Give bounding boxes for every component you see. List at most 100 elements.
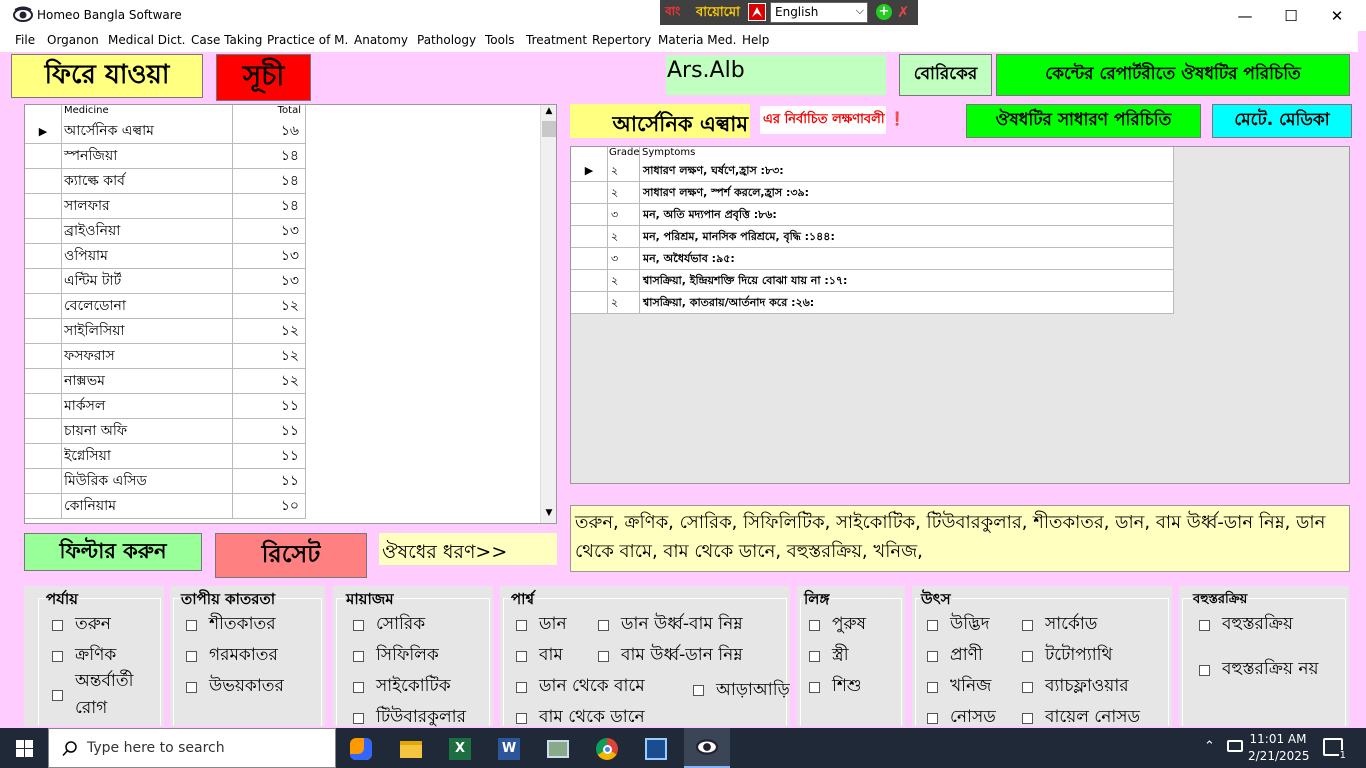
row-selector[interactable] (571, 248, 608, 269)
checkbox-chilly[interactable]: শীতকাতর (186, 611, 276, 639)
back-button[interactable]: ফিরে যাওয়া (11, 54, 203, 98)
checkbox-plant[interactable]: উদ্ভিদ (927, 611, 990, 639)
row-selector[interactable] (571, 204, 608, 225)
table-row[interactable]: স্পনজিয়া ১৪ (25, 144, 306, 169)
row-selector[interactable] (25, 194, 62, 218)
file-explorer-icon[interactable] (391, 733, 431, 765)
table-row[interactable]: মিউরিক এসিড ১১ (25, 469, 306, 494)
row-selector[interactable] (571, 270, 608, 291)
menu-help[interactable]: Help (742, 33, 769, 47)
maximize-button[interactable]: ☐ (1268, 0, 1314, 31)
table-row[interactable]: ২ সাধারণ লক্ষণ, স্পর্শ করলে,হ্রাস :৩৯: (571, 182, 1174, 204)
checkbox-left-upper-right-lower[interactable]: বাম উর্ধ্ব-ডান নিম্ন (598, 642, 743, 670)
checkbox-tautopathy[interactable]: টটোপ্যাথি (1022, 642, 1113, 670)
table-row[interactable]: ফসফরাস ১২ (25, 344, 306, 369)
row-selector[interactable] (571, 292, 608, 313)
scroll-up-icon[interactable]: ▲ (541, 106, 556, 120)
grade-column-header[interactable]: Grade (608, 147, 640, 160)
network-icon[interactable] (1227, 740, 1243, 752)
checkbox-right[interactable]: ডান (516, 611, 567, 639)
checkbox-crosswise[interactable]: আড়াআড়ি (693, 676, 790, 704)
word-icon[interactable]: W (489, 733, 529, 765)
checkbox-hot[interactable]: গরমকাতর (186, 642, 278, 670)
table-row[interactable]: বেলেডোনা ১২ (25, 294, 306, 319)
row-selector[interactable] (571, 226, 608, 247)
adobe-icon[interactable] (748, 3, 766, 21)
menu-anatomy[interactable]: Anatomy (354, 33, 408, 47)
checkbox-male[interactable]: পুরুষ (809, 611, 866, 639)
table-row[interactable]: ওপিয়াম ১৩ (25, 244, 306, 269)
scroll-thumb[interactable] (542, 121, 556, 137)
excel-icon[interactable]: X (440, 733, 480, 765)
general-intro-button[interactable]: ঔষধটির সাধারণ পরিচিতি (966, 104, 1201, 138)
table-row[interactable]: চায়না অফি ১১ (25, 419, 306, 444)
index-button[interactable]: সূচী (216, 54, 311, 101)
checkbox-kronik[interactable]: ক্রণিক (52, 642, 116, 670)
checkbox-female[interactable]: স্ত্রী (809, 642, 849, 670)
table-row[interactable]: সালফার ১৪ (25, 194, 306, 219)
table-row[interactable]: ৩ মন, অধৈর্যভাব :৯৫: (571, 248, 1174, 270)
table-row[interactable]: ২ মন, পরিশ্রম, মানসিক পরিশ্রমে, বৃদ্ধি :১… (571, 226, 1174, 248)
checkbox-intercurrent[interactable]: অন্তর্বার্তী রোগ (52, 668, 145, 722)
table-row[interactable]: ২ শ্বাসক্রিয়া, কাতরায়/আর্তনাদ করে :২৬: (571, 292, 1174, 314)
tools-icon[interactable]: ✗ (897, 3, 910, 21)
checkbox-right-to-left[interactable]: ডান থেকে বামে (516, 673, 645, 701)
scroll-down-icon[interactable]: ▼ (541, 508, 556, 522)
kent-repertory-button[interactable]: কেন্টের রেপার্টরীতে ঔষধটির পরিচিতি (996, 54, 1350, 96)
row-selector[interactable] (25, 369, 62, 393)
table-row[interactable]: সাইলিসিয়া ১২ (25, 319, 306, 344)
checkbox-bowel-nosode[interactable]: বায়েল নোসড (1022, 704, 1140, 728)
chrome-icon[interactable] (587, 733, 627, 765)
checkbox-syphilitic[interactable]: সিফিলিক (353, 642, 439, 670)
checkbox-not-polycrest[interactable]: বহুস্তরক্রিয় নয় (1199, 656, 1319, 684)
language-select[interactable]: English ⌵ (770, 2, 868, 23)
checkbox-left[interactable]: বাম (516, 642, 563, 670)
menu-case-taking[interactable]: Case Taking (191, 33, 262, 47)
minimize-button[interactable]: — (1222, 0, 1268, 31)
checkbox-nosode[interactable]: নোসড (927, 704, 996, 728)
table-row[interactable]: ক্যাল্কে কার্ব ১৪ (25, 169, 306, 194)
table-row[interactable]: ব্রাইওনিয়া ১৩ (25, 219, 306, 244)
menu-organon[interactable]: Organon (47, 33, 99, 47)
homeo-app-icon[interactable] (684, 728, 730, 768)
network-app-icon[interactable] (538, 733, 578, 765)
menu-file[interactable]: File (15, 33, 35, 47)
checkbox-child[interactable]: শিশু (809, 673, 862, 701)
row-selector[interactable] (571, 182, 608, 203)
checkbox-sycotic[interactable]: সাইকোটিক (353, 673, 451, 701)
materia-medica-button[interactable]: মেটে. মেডিকা (1212, 104, 1352, 138)
table-row[interactable]: নাক্সভম ১২ (25, 369, 306, 394)
row-selector[interactable] (25, 269, 62, 293)
row-selector[interactable] (25, 144, 62, 168)
checkbox-ambithermal[interactable]: উভয়কাতর (186, 673, 284, 701)
checkbox-right-upper-left-lower[interactable]: ডান উর্ধ্ব-বাম নিম্ন (598, 611, 743, 639)
table-row[interactable]: কোনিয়াম ১০ (25, 494, 306, 519)
menu-medical-dict[interactable]: Medical Dict. (108, 33, 185, 47)
start-button[interactable] (0, 728, 48, 768)
checkbox-tarun[interactable]: তরুন (52, 611, 111, 639)
row-selector[interactable] (25, 294, 62, 318)
table-row[interactable]: ▶ আর্সেনিক এল্বাম ১৬ (25, 119, 306, 144)
table-row[interactable]: ২ শ্বাসক্রিয়া, ইন্দ্রিয়শক্তি দিয়ে বোঝা… (571, 270, 1174, 292)
menu-tools[interactable]: Tools (485, 33, 515, 47)
row-selector-arrow-icon[interactable]: ▶ (25, 119, 62, 143)
medicine-column-header[interactable]: Medicine (62, 105, 233, 119)
taskbar-search-box[interactable]: Type here to search (48, 728, 336, 768)
table-row[interactable]: মার্কসল ১১ (25, 394, 306, 419)
row-selector[interactable] (25, 419, 62, 443)
table-row[interactable]: এন্টিম টার্ট ১৩ (25, 269, 306, 294)
symptoms-column-header[interactable]: Symptoms (640, 147, 1174, 160)
row-selector-arrow-icon[interactable]: ▶ (571, 160, 608, 181)
row-selector[interactable] (25, 344, 62, 368)
checkbox-tubercular[interactable]: টিউবারকুলার (353, 704, 466, 728)
checkbox-animal[interactable]: প্রাণী (927, 642, 983, 670)
checkbox-sarcode[interactable]: সার্কোড (1022, 611, 1097, 639)
add-icon[interactable]: + (876, 4, 892, 20)
boericke-button[interactable]: বোরিকের (899, 54, 992, 96)
grid-scrollbar[interactable]: ▲ ▼ (540, 105, 556, 523)
menu-practice[interactable]: Practice of M. (267, 33, 348, 47)
show-hidden-icons[interactable]: ⌃ (1204, 739, 1215, 754)
checkbox-bachflower[interactable]: ব্যাচফ্লাওয়ার (1022, 673, 1129, 701)
notification-icon[interactable]: 1 (1323, 738, 1347, 761)
close-button[interactable]: ✕ (1314, 0, 1360, 31)
